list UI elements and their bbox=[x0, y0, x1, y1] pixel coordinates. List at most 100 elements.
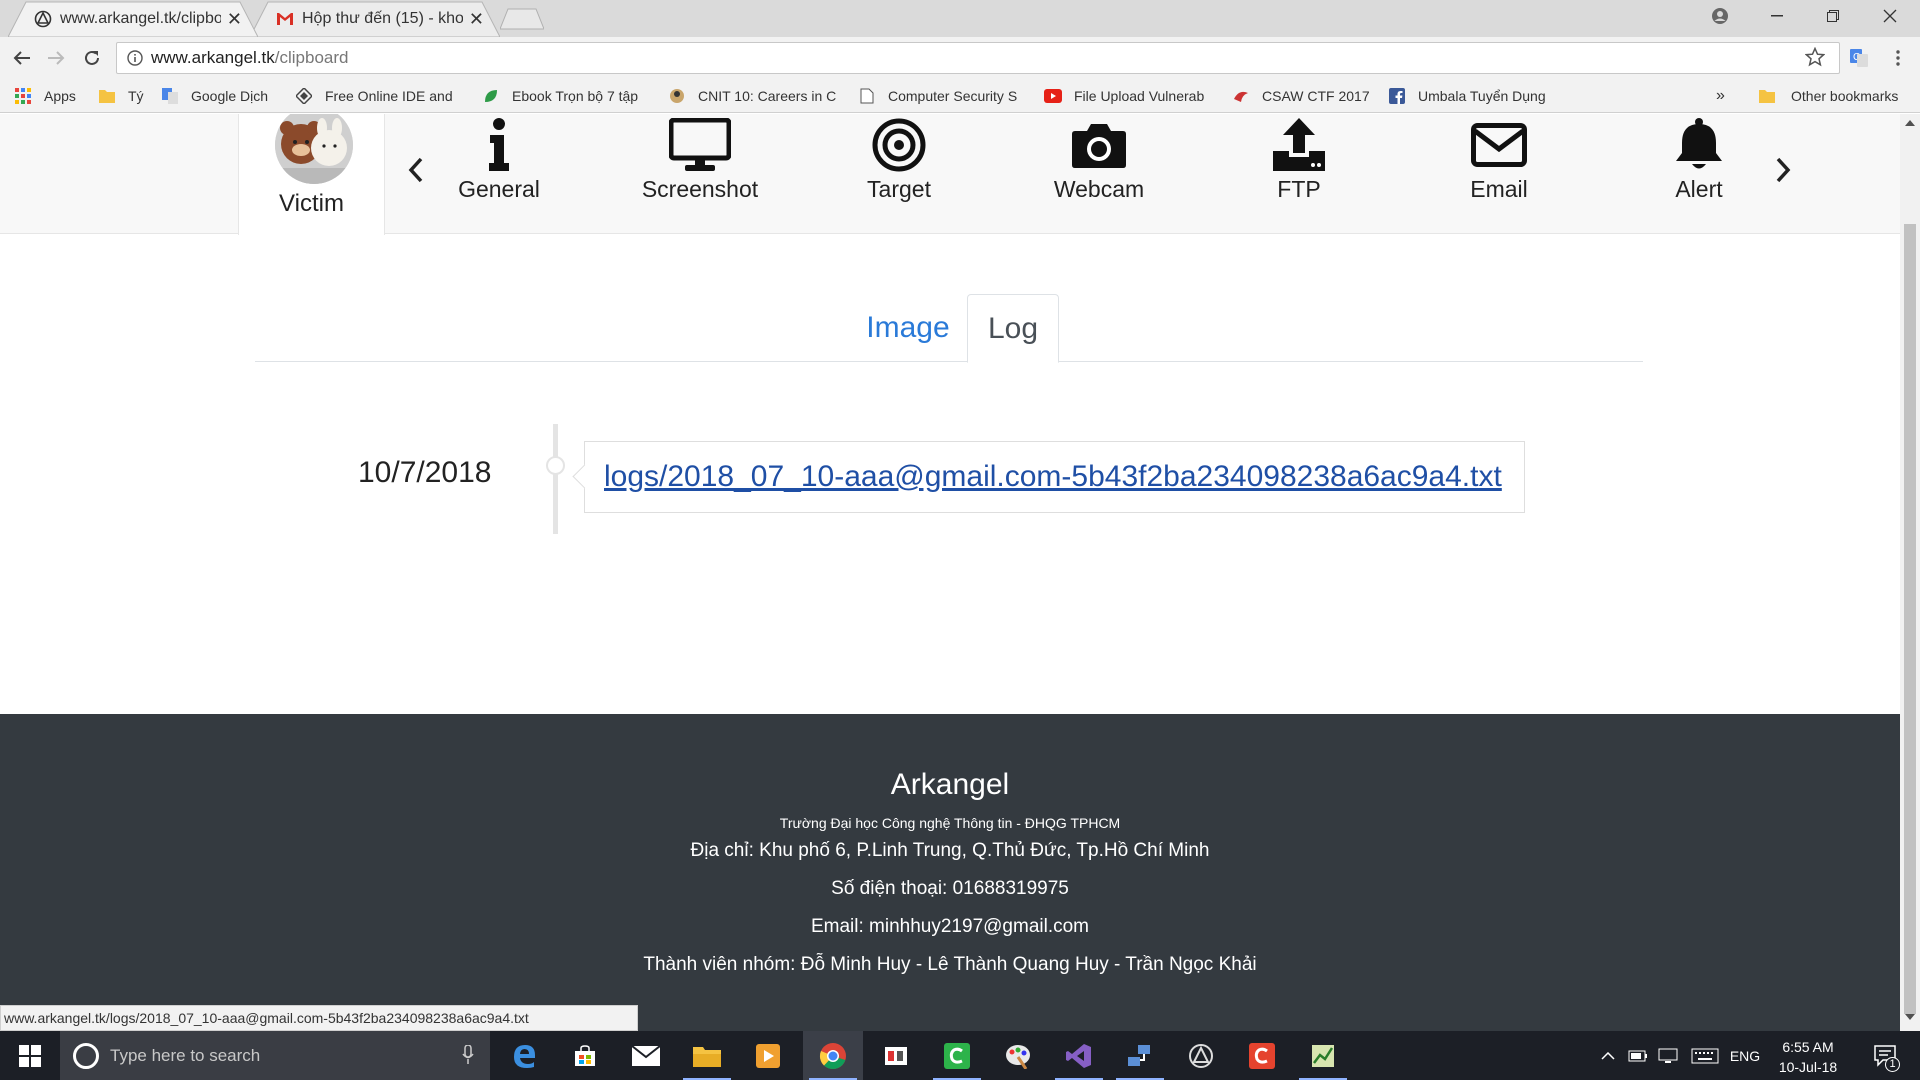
clion-icon[interactable] bbox=[1232, 1031, 1292, 1080]
edge-icon[interactable] bbox=[494, 1031, 554, 1080]
bookmark-ty[interactable]: Tý bbox=[98, 79, 144, 112]
snipping-tool-icon[interactable] bbox=[866, 1031, 926, 1080]
page-scrollbar[interactable] bbox=[1900, 114, 1920, 1031]
bookmark-label: Umbala Tuyển Dụng bbox=[1418, 87, 1546, 104]
info-icon[interactable] bbox=[127, 50, 143, 66]
paint-icon[interactable] bbox=[988, 1031, 1048, 1080]
bookmark-ebook[interactable]: Ebook Trọn bộ 7 tập bbox=[482, 79, 650, 112]
close-tab-icon[interactable]: ✕ bbox=[227, 9, 242, 30]
nav-next-chevron-icon[interactable] bbox=[1768, 150, 1798, 190]
notification-badge: 1 bbox=[1885, 1057, 1900, 1072]
bookmark-apps[interactable]: Apps bbox=[14, 79, 76, 112]
bookmark-cnit[interactable]: CNIT 10: Careers in C bbox=[668, 79, 840, 112]
taskbar-clock[interactable]: 6:55 AM 10-Jul-18 bbox=[1762, 1037, 1854, 1077]
nav-label: Alert bbox=[1675, 176, 1723, 202]
victim-selector[interactable]: Victim bbox=[238, 114, 385, 235]
tab-title: Hộp thư đến (15) - khong bbox=[302, 10, 463, 27]
nav-alert[interactable]: Alert bbox=[1614, 114, 1784, 232]
tab-title: www.arkangel.tk/clipboar bbox=[60, 10, 221, 27]
tab-log[interactable]: Log bbox=[967, 294, 1059, 363]
youtube-icon bbox=[1044, 87, 1062, 105]
bookmark-csaw[interactable]: CSAW CTF 2017 bbox=[1232, 79, 1380, 112]
nav-ftp[interactable]: FTP bbox=[1214, 114, 1384, 232]
footer-email: Email: minhhuy2197@gmail.com bbox=[810, 916, 1089, 937]
bookmark-google-dich[interactable]: Google Dịch bbox=[161, 79, 281, 112]
upload-icon bbox=[1267, 116, 1331, 174]
taskbar-search[interactable]: Type here to search bbox=[60, 1031, 490, 1080]
language-indicator[interactable]: ENG bbox=[1728, 1031, 1762, 1080]
nav-screenshot[interactable]: Screenshot bbox=[615, 114, 785, 232]
nav-general[interactable]: General bbox=[414, 114, 584, 232]
avatar bbox=[275, 114, 353, 184]
notification-center[interactable]: 1 bbox=[1866, 1031, 1906, 1080]
nav-label: Email bbox=[1470, 176, 1528, 202]
nav-email[interactable]: Email bbox=[1414, 114, 1584, 232]
network-app-icon[interactable] bbox=[1110, 1031, 1170, 1080]
menu-dots-icon[interactable] bbox=[1882, 43, 1914, 73]
bookmark-computer-security[interactable]: Computer Security S bbox=[858, 79, 1026, 112]
footer-members: Thành viên nhóm: Đỗ Minh Huy - Lê Thành … bbox=[643, 954, 1257, 975]
browser-toolbar: www.arkangel.tk/clipboard G bbox=[0, 37, 1920, 79]
bookmarks-overflow-button[interactable]: » bbox=[1716, 79, 1725, 112]
windows-start-icon[interactable] bbox=[0, 1031, 60, 1080]
footer: Arkangel Trường Đại học Công nghệ Thông … bbox=[0, 714, 1900, 1031]
camtasia-icon[interactable] bbox=[927, 1031, 987, 1080]
nav-label: FTP bbox=[1277, 176, 1321, 202]
mail-icon[interactable] bbox=[616, 1031, 676, 1080]
forward-arrow-icon[interactable] bbox=[40, 43, 72, 73]
translate-icon[interactable]: G bbox=[1843, 43, 1875, 73]
leaf-icon bbox=[482, 87, 500, 105]
bookmark-label: CNIT 10: Careers in C bbox=[698, 87, 837, 104]
bookmark-star-icon[interactable] bbox=[1804, 46, 1826, 72]
chart-app-icon[interactable] bbox=[1293, 1031, 1353, 1080]
network-icon[interactable] bbox=[1656, 1031, 1680, 1080]
bookmarks-bar: Apps Tý Google Dịch Free Online IDE and … bbox=[0, 79, 1920, 113]
back-arrow-icon[interactable] bbox=[6, 43, 38, 73]
browser-tab-arkangel[interactable]: www.arkangel.tk/clipboar ✕ bbox=[8, 1, 258, 37]
media-player-icon[interactable] bbox=[738, 1031, 798, 1080]
nav-target[interactable]: Target bbox=[814, 114, 984, 232]
restore-icon[interactable] bbox=[1805, 0, 1861, 32]
keyboard-icon[interactable] bbox=[1688, 1031, 1722, 1080]
other-bookmarks[interactable]: Other bookmarks bbox=[1758, 79, 1898, 112]
timeline-line bbox=[553, 424, 558, 534]
bookmark-umbala[interactable]: Umbala Tuyển Dụng bbox=[1388, 79, 1558, 112]
bookmark-file-upload[interactable]: File Upload Vulnerab bbox=[1044, 79, 1214, 112]
battery-icon[interactable] bbox=[1626, 1031, 1650, 1080]
reload-icon[interactable] bbox=[76, 43, 108, 73]
google-translate-icon bbox=[161, 87, 179, 105]
bookmark-free-online-ide[interactable]: Free Online IDE and bbox=[295, 79, 467, 112]
chrome-icon[interactable] bbox=[803, 1031, 863, 1080]
new-tab-button[interactable] bbox=[500, 8, 544, 30]
tab-image[interactable]: Image bbox=[853, 294, 963, 362]
nav-webcam[interactable]: Webcam bbox=[1014, 114, 1184, 232]
address-bar[interactable]: www.arkangel.tk/clipboard bbox=[116, 42, 1840, 74]
content-tabs: Image Log bbox=[255, 294, 1643, 363]
log-file-link[interactable]: logs/2018_07_10-aaa@gmail.com-5b43f2ba23… bbox=[604, 460, 1502, 494]
arkangel-app-icon[interactable] bbox=[1171, 1031, 1231, 1080]
tray-chevron-up-icon[interactable] bbox=[1596, 1031, 1620, 1080]
page-icon bbox=[858, 87, 876, 105]
minimize-icon[interactable] bbox=[1749, 0, 1805, 32]
browser-tab-gmail[interactable]: Hộp thư đến (15) - khong ✕ bbox=[250, 1, 500, 37]
scroll-up-arrow-icon[interactable] bbox=[1905, 120, 1915, 126]
scroll-down-arrow-icon[interactable] bbox=[1905, 1014, 1915, 1020]
visual-studio-icon[interactable] bbox=[1049, 1031, 1109, 1080]
close-window-icon[interactable] bbox=[1862, 0, 1918, 32]
close-tab-icon[interactable]: ✕ bbox=[469, 9, 484, 30]
nav-label: Screenshot bbox=[641, 176, 759, 202]
file-explorer-icon[interactable] bbox=[677, 1031, 737, 1080]
folder-icon bbox=[98, 87, 116, 105]
envelope-icon bbox=[1467, 116, 1531, 174]
taskbar: Type here to search ENG 6:55 AM 10-Jul-1… bbox=[0, 1031, 1920, 1080]
bookmark-label: Ebook Trọn bộ 7 tập bbox=[512, 87, 639, 104]
scrollbar-thumb[interactable] bbox=[1904, 224, 1916, 1014]
target-icon bbox=[867, 116, 931, 174]
gmail-icon bbox=[276, 10, 294, 28]
microphone-icon[interactable] bbox=[462, 1044, 474, 1070]
store-icon[interactable] bbox=[555, 1031, 615, 1080]
bookmark-label: Tý bbox=[128, 87, 144, 104]
bookmark-label: CSAW CTF 2017 bbox=[1262, 87, 1370, 104]
search-placeholder: Type here to search bbox=[110, 1045, 261, 1065]
profile-icon[interactable] bbox=[1692, 0, 1748, 32]
